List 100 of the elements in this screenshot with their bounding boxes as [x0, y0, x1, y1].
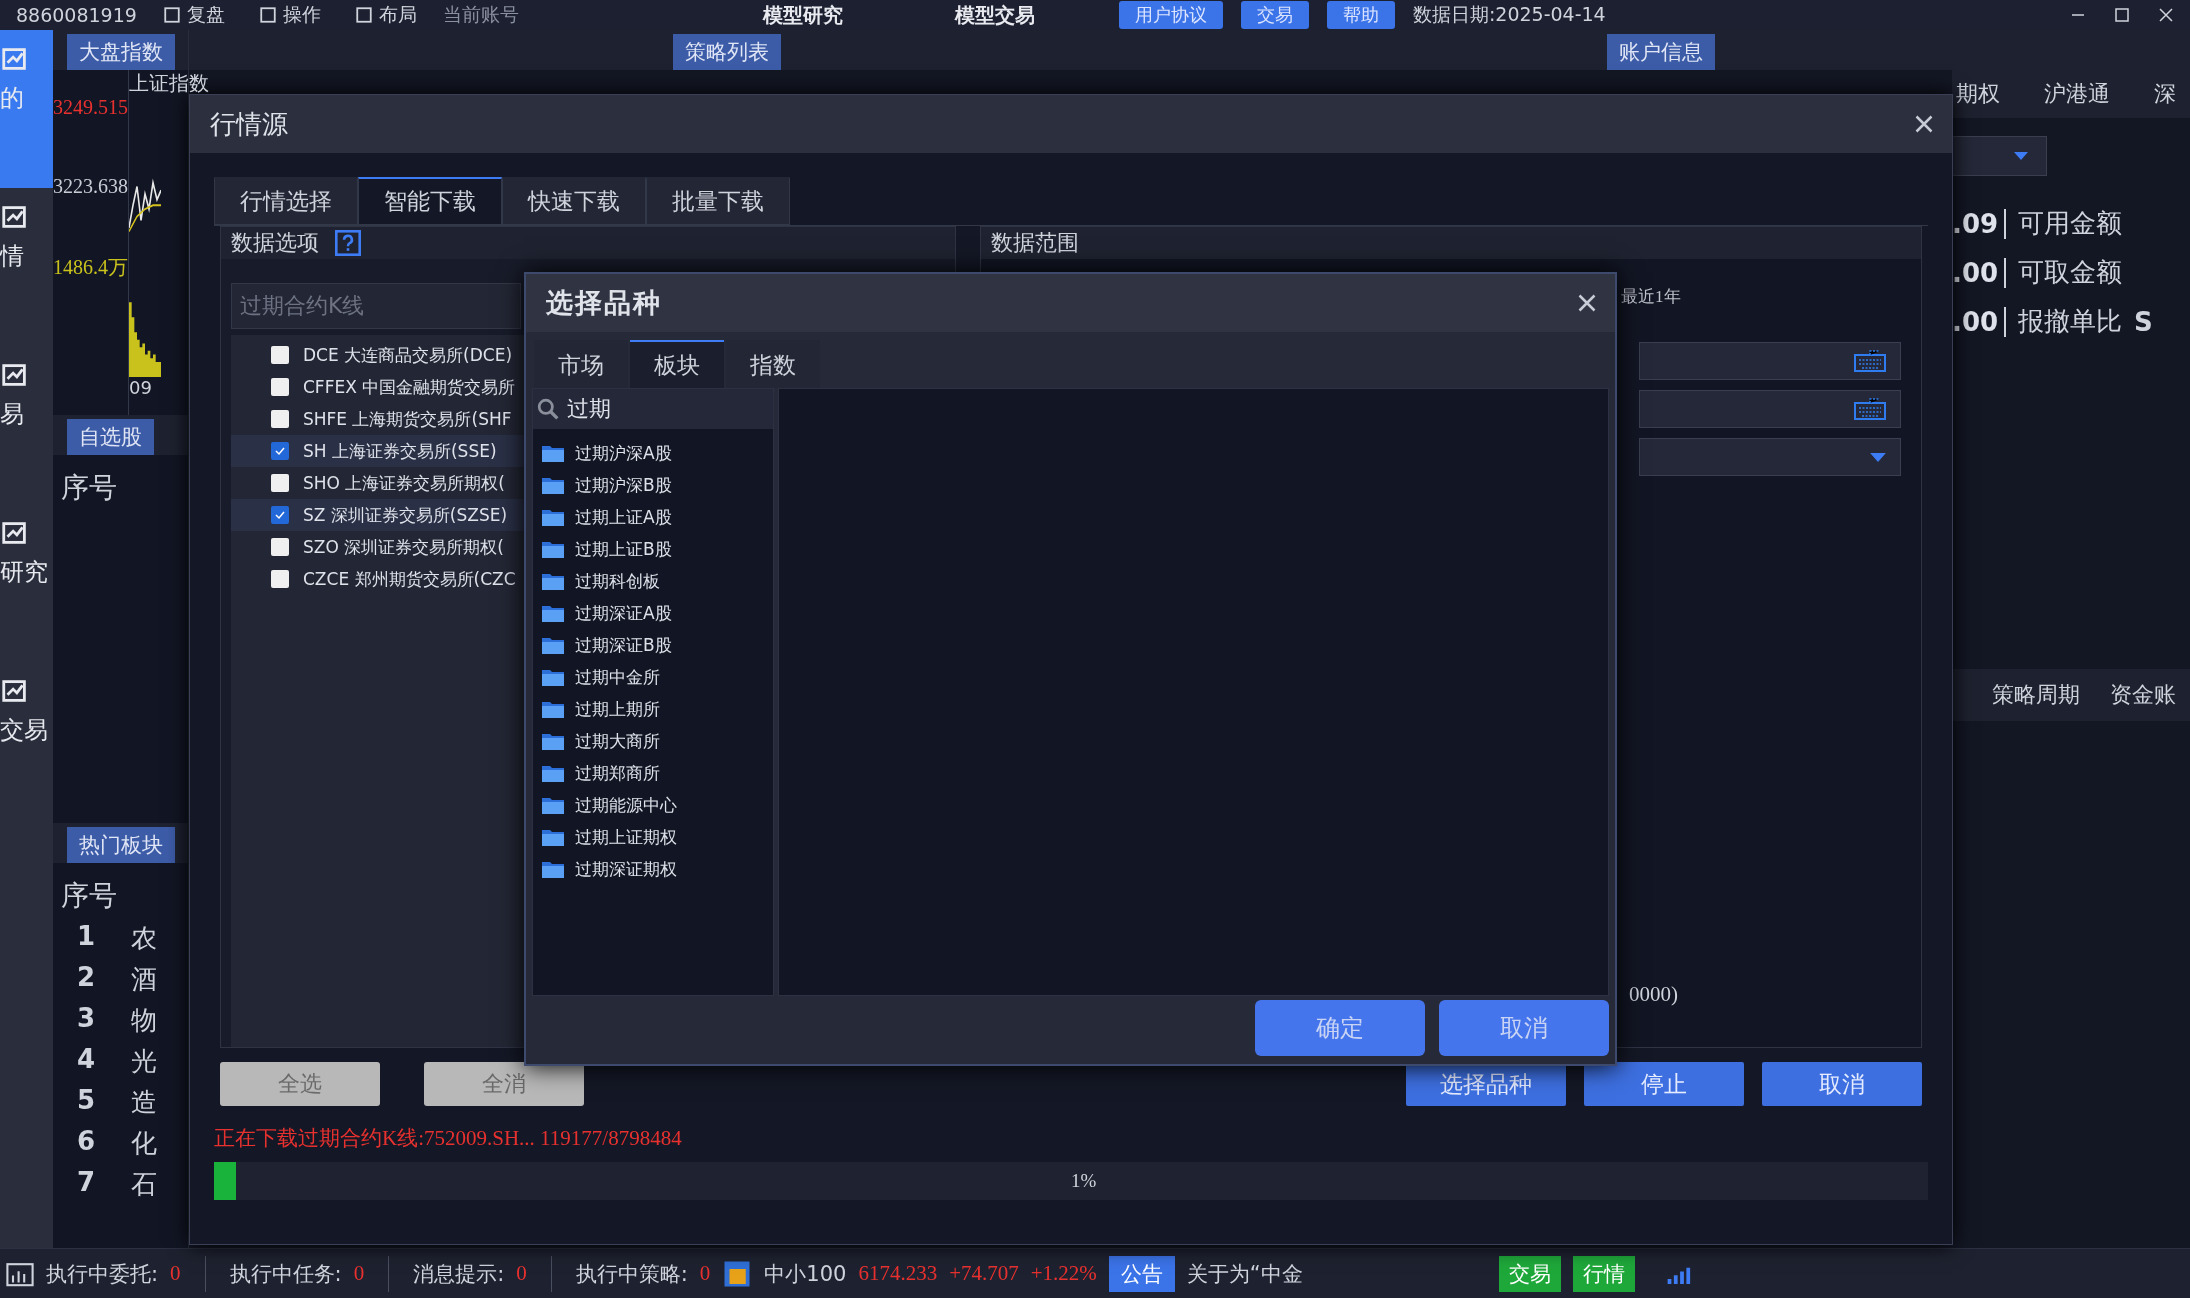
date-field[interactable]	[1639, 390, 1901, 428]
column-header: 序号	[61, 878, 118, 914]
folder-icon	[541, 731, 565, 751]
progress-reading: 1%	[1071, 1170, 1097, 1192]
category-item[interactable]: 过期深证期权	[533, 853, 773, 885]
tab[interactable]: 板块	[630, 340, 724, 388]
dialog-title: 行情源	[210, 107, 288, 141]
period-label: 最近1年	[1621, 286, 1681, 308]
category-item[interactable]: 过期大商所	[533, 725, 773, 757]
sector-cell-text: 酒	[131, 963, 157, 996]
index-name: 中小100	[764, 1260, 847, 1288]
tab[interactable]: 批量下载	[646, 177, 790, 225]
market-label: SZO 深圳证券交易所期权(	[303, 535, 504, 559]
folder-icon	[541, 699, 565, 719]
search-icon	[537, 398, 559, 420]
category-item[interactable]: 过期深证A股	[533, 597, 773, 629]
menu-item[interactable]: 复盘	[154, 2, 233, 28]
status-label: 消息提示:	[413, 1260, 505, 1288]
category-item[interactable]: 过期中金所	[533, 661, 773, 693]
panel-title[interactable]: 热门板块	[67, 827, 175, 863]
category-item[interactable]: 过期能源中心	[533, 789, 773, 821]
tab[interactable]: 快速下载	[502, 177, 646, 225]
category-item[interactable]: 过期深证B股	[533, 629, 773, 661]
category-item[interactable]: 过期郑商所	[533, 757, 773, 789]
category-item[interactable]: 过期上证B股	[533, 533, 773, 565]
account-tab[interactable]: 深	[2154, 79, 2176, 109]
mode-tab[interactable]: 模型研究	[756, 0, 849, 30]
status-count: 0	[516, 1261, 527, 1286]
checkbox[interactable]	[271, 474, 289, 492]
category-item[interactable]: 过期上证A股	[533, 501, 773, 533]
action-button[interactable]: 取消	[1762, 1062, 1922, 1106]
checkbox[interactable]	[271, 442, 289, 460]
category-item[interactable]: 过期沪深A股	[533, 437, 773, 469]
help-icon[interactable]	[335, 230, 361, 256]
sector-cell-text: 化	[131, 1127, 157, 1160]
checkbox[interactable]	[271, 378, 289, 396]
price-label: 3249.515	[53, 96, 128, 119]
menu-item[interactable]: 布局	[346, 2, 425, 28]
search-box[interactable]: 过期	[533, 389, 773, 429]
status-label: 执行中策略:	[575, 1260, 688, 1288]
account-tab[interactable]: 期权	[1956, 79, 2000, 109]
folder-icon	[541, 539, 565, 559]
close-icon[interactable]	[2158, 7, 2174, 23]
notice-button[interactable]: 公告	[1108, 1255, 1175, 1292]
rank-cell-text: 4	[77, 1044, 97, 1076]
column-header: 资金账	[2110, 681, 2176, 709]
folder-icon	[541, 571, 565, 591]
group-title: 数据选项	[231, 229, 319, 257]
top-button[interactable]: 用户协议	[1118, 1, 1223, 29]
rank-cell-text: 6	[77, 1126, 97, 1158]
market-label: SHO 上海证券交易所期权(	[303, 471, 505, 495]
amount-label: 可用金额	[2018, 207, 2122, 240]
checkbox[interactable]	[271, 570, 289, 588]
nav-item[interactable]: 情	[0, 188, 53, 346]
category-item[interactable]: 过期上证期权	[533, 821, 773, 853]
nav-item[interactable]: 研究	[0, 504, 53, 662]
check-icon	[274, 509, 286, 521]
folder-icon	[541, 859, 565, 879]
category-item[interactable]: 过期上期所	[533, 693, 773, 725]
group-title: 数据范围	[991, 229, 1079, 257]
keyboard-icon[interactable]	[1854, 397, 1886, 421]
account-id: 8860081919	[16, 4, 137, 26]
nav-item[interactable]: 易	[0, 346, 53, 504]
date-field[interactable]	[1639, 342, 1901, 380]
close-icon[interactable]	[1577, 293, 1597, 313]
nav-item[interactable]: 交易	[0, 662, 53, 820]
rank-cell-text: 5	[77, 1085, 97, 1117]
mode-tab[interactable]: 模型交易	[948, 0, 1041, 30]
market-label: DCE 大连商品交易所(DCE)	[303, 343, 513, 367]
rank-cell-text: 7	[77, 1167, 97, 1199]
tab[interactable]: 智能下载	[358, 177, 502, 225]
maximize-icon[interactable]	[2114, 7, 2130, 23]
close-icon[interactable]	[1914, 114, 1934, 134]
keyboard-icon[interactable]	[1854, 349, 1886, 373]
folder-icon	[541, 507, 565, 527]
checkbox[interactable]	[271, 410, 289, 428]
range-note: 0000)	[1629, 982, 1678, 1007]
market-label: CZCE 郑州期货交易所(CZC	[303, 567, 516, 591]
index-percent: +1.22%	[1030, 1261, 1097, 1286]
tab[interactable]: 行情选择	[214, 177, 358, 225]
checkbox[interactable]	[271, 538, 289, 556]
menu-item[interactable]: 操作	[250, 2, 329, 28]
action-button[interactable]: 停止	[1584, 1062, 1744, 1106]
top-button[interactable]: 交易	[1240, 1, 1309, 29]
checkbox[interactable]	[271, 346, 289, 364]
folder-icon	[541, 763, 565, 783]
panel-title[interactable]: 大盘指数	[67, 34, 175, 70]
data-date: 数据日期:2025-04-14	[1412, 2, 1606, 27]
menu-icon	[258, 6, 277, 24]
download-status: 正在下载过期合约K线:752009.SH... 119177/8798484	[214, 1125, 683, 1152]
account-tab[interactable]: 沪港通	[2044, 79, 2110, 109]
category-item[interactable]: 过期沪深B股	[533, 469, 773, 501]
panel-title[interactable]: 自选股	[67, 419, 154, 455]
panel-title[interactable]: 账户信息	[1607, 34, 1715, 70]
panel-title[interactable]: 策略列表	[673, 34, 781, 70]
rank-cell-text: 1	[77, 921, 97, 953]
amount-value: S	[2134, 306, 2153, 337]
checkbox[interactable]	[271, 506, 289, 524]
category-item[interactable]: 过期科创板	[533, 565, 773, 597]
column-header: 序号	[61, 471, 117, 504]
